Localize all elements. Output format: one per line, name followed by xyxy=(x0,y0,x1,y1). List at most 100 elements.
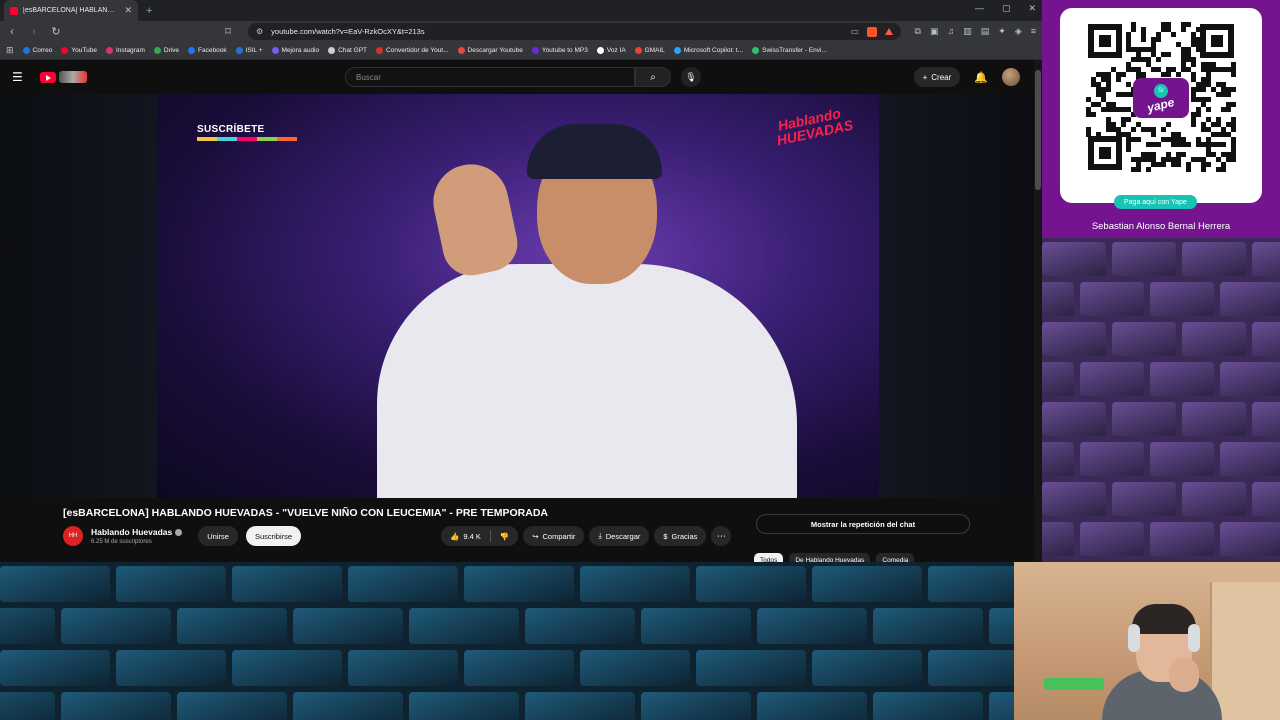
scrollbar-thumb[interactable] xyxy=(1035,70,1041,190)
bookmark-item[interactable]: Facebook xyxy=(188,47,227,54)
bookmark-item[interactable]: Chat GPT xyxy=(328,47,367,54)
video-player[interactable]: SUSCRÍBETE Hablando HUEVADAS xyxy=(157,94,879,498)
extensions-icon[interactable]: ⧉ xyxy=(915,26,921,37)
channel-name-wrap[interactable]: Hablando Huevadas xyxy=(91,527,183,537)
bookmark-item[interactable]: SwissTransfer - Envi... xyxy=(752,47,827,54)
chip-comedy[interactable]: Comedia xyxy=(876,553,915,562)
bookmark-item[interactable]: Descargar Youtube xyxy=(457,47,523,54)
streamer-hand xyxy=(1169,658,1199,692)
bookmark-item[interactable]: Voz IA xyxy=(596,47,626,54)
bookmark-label: Descargar Youtube xyxy=(467,47,523,54)
brick xyxy=(1150,522,1214,556)
brick xyxy=(1112,482,1176,516)
qr-card: S/ yape xyxy=(1060,8,1262,203)
bookmark-label: Youtube to MP3 xyxy=(541,47,588,54)
music-icon[interactable]: ♫ xyxy=(947,26,954,37)
brick xyxy=(1042,362,1074,396)
forward-icon[interactable]: › xyxy=(28,26,40,38)
brick xyxy=(1112,322,1176,356)
url-text: youtube.com/watch?v=EaV-RzkOcXY&t=213s xyxy=(271,27,425,36)
brick xyxy=(1080,522,1144,556)
search-button[interactable]: ⌕ xyxy=(635,67,671,87)
brick xyxy=(1042,442,1074,476)
close-tab-icon[interactable]: ✕ xyxy=(124,5,132,16)
brick xyxy=(1150,362,1214,396)
brave-shields-icon[interactable] xyxy=(866,26,877,37)
search-placeholder: Buscar xyxy=(356,72,381,82)
reload-icon[interactable]: ↻ xyxy=(50,25,62,38)
more-actions-button[interactable]: ⋯ xyxy=(711,526,732,546)
brick xyxy=(525,608,635,644)
join-label: Unirse xyxy=(207,531,229,541)
join-button[interactable]: Unirse xyxy=(198,526,238,546)
create-button[interactable]: + Crear xyxy=(913,67,961,87)
ai-icon[interactable]: ✦ xyxy=(998,26,1006,37)
copilot-icon xyxy=(673,47,681,54)
address-bar[interactable]: ⚙ youtube.com/watch?v=EaV-RzkOcXY&t=213s… xyxy=(248,23,901,40)
search-input[interactable]: Buscar xyxy=(345,67,635,87)
notifications-bell-icon[interactable]: 🔔 xyxy=(974,71,988,84)
chip-all[interactable]: Todos xyxy=(754,553,784,562)
bookmark-item[interactable]: ISIL + xyxy=(235,47,263,54)
youtube-logo[interactable] xyxy=(40,71,87,83)
minimize-icon[interactable]: — xyxy=(975,3,984,14)
bookmark-item[interactable]: Correo xyxy=(22,47,52,54)
brick xyxy=(696,566,806,602)
brick xyxy=(873,692,983,720)
bookmark-label: YouTube xyxy=(71,47,97,54)
download-button[interactable]: ⤓ Descargar xyxy=(589,526,650,546)
page-scrollbar[interactable] xyxy=(1034,60,1042,562)
channel-name: Hablando Huevadas xyxy=(91,527,173,537)
site-info-icon[interactable]: ⚙ xyxy=(256,27,263,36)
brick xyxy=(1252,482,1280,516)
brick xyxy=(1042,242,1106,276)
close-window-icon[interactable]: ✕ xyxy=(1028,3,1036,14)
purple-brick-wall xyxy=(1042,238,1280,562)
thanks-button[interactable]: $ Gracias xyxy=(654,526,707,546)
subscribe-button[interactable]: Suscribirse xyxy=(245,526,302,546)
brick xyxy=(757,692,867,720)
maximize-icon[interactable]: ▢ xyxy=(1002,3,1011,14)
bookmark-item[interactable]: Drive xyxy=(153,47,179,54)
new-tab-icon[interactable]: + xyxy=(146,5,152,17)
subscribe-label: Suscribirse xyxy=(254,531,293,541)
vpn-icon[interactable]: ◈ xyxy=(1015,26,1022,37)
sidebar-icon[interactable]: ▥ xyxy=(963,26,972,37)
bookmark-icon[interactable]: ⌑ xyxy=(222,25,234,38)
bookmark-item[interactable]: Instagram xyxy=(105,47,145,54)
menu-icon[interactable]: ≡ xyxy=(1031,26,1036,37)
channel-avatar[interactable]: HH xyxy=(63,526,83,546)
bookmark-item[interactable]: Youtube to MP3 xyxy=(531,47,588,54)
bookmark-item[interactable]: YouTube xyxy=(61,47,97,54)
cast-icon[interactable]: ▭ xyxy=(851,27,859,36)
chat-replay-button[interactable]: Mostrar la repetición del chat xyxy=(756,514,970,534)
chip-channel[interactable]: De Hablando Huevadas xyxy=(789,553,871,562)
brave-rewards-icon[interactable] xyxy=(884,28,893,35)
bookmark-item[interactable]: Microsoft Copilot: t... xyxy=(673,47,743,54)
like-count: 9.4 K xyxy=(463,531,481,541)
wallet-icon[interactable]: ▤ xyxy=(981,26,990,37)
brick xyxy=(812,650,922,686)
dislike-button[interactable]: 👎 xyxy=(491,532,518,541)
back-icon[interactable]: ‹ xyxy=(6,26,18,38)
browser-tab[interactable]: [esBARCELONA] HABLANDO HUEVADAS ✕ xyxy=(4,0,138,21)
color-bars xyxy=(197,136,297,141)
hamburger-menu-icon[interactable]: ☰ xyxy=(12,70,24,84)
brick xyxy=(757,608,867,644)
account-avatar[interactable] xyxy=(1002,68,1020,86)
share-button[interactable]: ↪ Compartir xyxy=(523,526,585,546)
bookmark-item[interactable]: Convertidor de Yout... xyxy=(376,47,449,54)
apps-grid-icon[interactable]: ⊞ xyxy=(6,45,14,56)
bookmark-item[interactable]: Mejora audio xyxy=(271,47,319,54)
bookmark-item[interactable]: GMAIL xyxy=(634,47,665,54)
brick xyxy=(1042,282,1074,316)
voice-search-button[interactable]: 🎙 xyxy=(681,67,701,87)
verified-icon xyxy=(175,528,183,536)
brick xyxy=(641,692,751,720)
like-button[interactable]: 👍 9.4 K xyxy=(441,532,490,541)
brick xyxy=(1150,442,1214,476)
recommendation-chips: Todos De Hablando Huevadas Comedia xyxy=(754,553,915,562)
download-label: Descargar xyxy=(605,531,641,541)
show-logo: Hablando HUEVADAS xyxy=(775,104,855,149)
screenshot-icon[interactable]: ▣ xyxy=(930,26,939,37)
